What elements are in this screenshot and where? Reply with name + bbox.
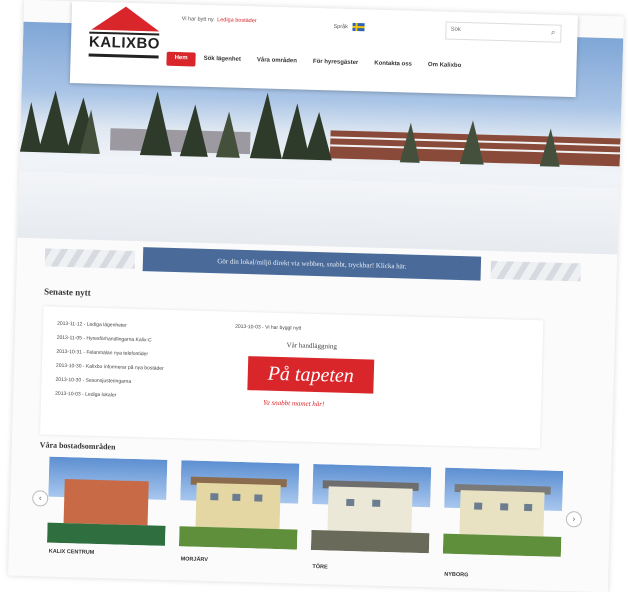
nav-search-apartment[interactable]: Sök lägenhet <box>195 53 249 68</box>
area-label[interactable]: NYBORG <box>444 572 468 579</box>
swedish-flag-icon <box>352 22 365 32</box>
news-heading: Senaste nytt <box>43 286 91 298</box>
main-nav: Hem Sök lägenhet Våra områden För hyresg… <box>166 51 470 74</box>
header-bar: KALIXBO Vi har bytt ny Lediga bostäder S… <box>69 1 578 98</box>
news-list: 2013-11-12 - Lediga lägenheter 2013-11-0… <box>55 317 227 406</box>
area-card-tore[interactable] <box>310 463 432 554</box>
handling-heading: Vår handläggning <box>286 341 338 351</box>
utility-text: Vi har bytt ny Lediga bostäder <box>182 16 257 24</box>
nav-contact[interactable]: Kontakta oss <box>366 57 420 72</box>
pa-tapeten-promo[interactable]: På tapeten <box>247 356 375 394</box>
nav-our-areas[interactable]: Våra områden <box>249 54 305 70</box>
nav-home[interactable]: Hem <box>166 51 196 67</box>
banner-stripe-right <box>490 260 582 282</box>
promo-subtext[interactable]: Ya snabbt mamet här! <box>263 399 325 409</box>
nav-for-tenants[interactable]: För hyresgäster <box>305 56 367 72</box>
carousel-prev-icon[interactable]: ‹ <box>32 490 49 507</box>
areas-carousel: KALIX CENTRUM MORJÄRV TÖRE NYBORG ‹ › <box>22 456 611 584</box>
carousel-next-icon[interactable]: › <box>565 511 583 528</box>
nav-about[interactable]: Om Kalixbo <box>420 59 470 74</box>
logo-text: KALIXBO <box>88 31 160 59</box>
news-item-right[interactable]: 2013-10-03 - Vi har byggt nytt <box>235 324 301 332</box>
language-selector[interactable]: Språk <box>333 22 365 32</box>
area-card-nyborg[interactable] <box>442 467 564 557</box>
kalixbo-logo[interactable]: KALIXBO <box>84 5 164 69</box>
banner-stripe-left <box>44 248 136 269</box>
language-label: Språk <box>333 23 348 31</box>
area-label[interactable]: KALIX CENTRUM <box>49 549 95 556</box>
search-input[interactable] <box>446 22 543 40</box>
area-card-morjarv[interactable] <box>178 460 300 550</box>
news-box: 2013-11-12 - Lediga lägenheter 2013-11-0… <box>40 306 544 449</box>
area-label[interactable]: MORJÄRV <box>181 556 209 563</box>
utility-label: Vi har bytt ny <box>181 16 214 24</box>
area-card-kalix[interactable] <box>47 456 168 546</box>
areas-heading: Våra bostadsområden <box>39 440 116 452</box>
area-label[interactable]: TÖRE <box>312 564 327 570</box>
tree-line <box>19 90 621 167</box>
page: KALIXBO Vi har bytt ny Lediga bostäder S… <box>8 0 624 592</box>
banner-ribbon[interactable]: Gör din lokal/miljö direkt via webben, s… <box>142 247 482 281</box>
logo-roof-icon <box>91 5 160 32</box>
search-box: ⌕ <box>445 21 562 43</box>
vacancies-link[interactable]: Lediga bostäder <box>217 17 257 24</box>
search-icon[interactable]: ⌕ <box>551 27 556 37</box>
